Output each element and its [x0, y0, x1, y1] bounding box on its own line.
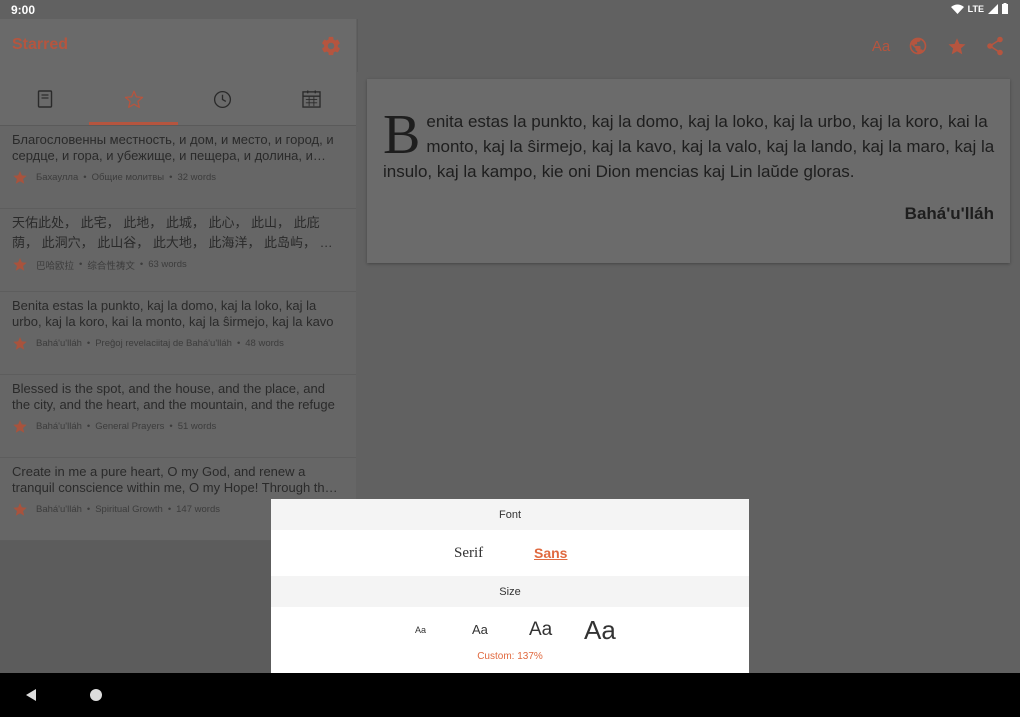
- prayer-author: Bahá'u'lláh: [904, 204, 994, 223]
- tab-calendar[interactable]: [267, 72, 356, 126]
- tab-indicator: [89, 122, 178, 125]
- font-header: Font: [271, 499, 749, 530]
- font-options: Serif Sans: [271, 530, 749, 576]
- font-settings-sheet: Font Serif Sans Size Aa Aa Aa Aa Custom:…: [271, 499, 749, 673]
- item-text: Blessed is the spot, and the house, and …: [12, 381, 335, 412]
- star-button[interactable]: [945, 34, 969, 58]
- share-icon: [987, 36, 1003, 56]
- item-author: Bahá'u'lláh: [36, 421, 82, 432]
- item-word-count: 147 words: [176, 504, 220, 515]
- item-text: 天佑此处， 此宅， 此地， 此城， 此心， 此山， 此庇荫， 此洞穴， 此山谷，…: [12, 215, 333, 250]
- navigation-bar: [0, 673, 1020, 717]
- item-category: Preĝoj revelaciitaj de Bahá'u'lláh: [95, 338, 232, 349]
- battery-icon: [1002, 3, 1008, 14]
- item-author: Bahá'u'lláh: [36, 338, 82, 349]
- item-author: Бахаулла: [36, 172, 79, 183]
- settings-button[interactable]: [320, 35, 342, 57]
- share-button[interactable]: [983, 34, 1007, 58]
- font-settings-button[interactable]: Aa: [869, 34, 893, 58]
- size-option-xlarge[interactable]: Aa: [584, 615, 616, 646]
- star-icon: [13, 502, 27, 516]
- item-word-count: 32 words: [177, 172, 217, 183]
- list-item[interactable]: 天佑此处， 此宅， 此地， 此城， 此心， 此山， 此庇荫， 此洞穴， 此山谷，…: [0, 209, 356, 292]
- clock-icon: [213, 90, 232, 108]
- star-icon: [13, 170, 27, 184]
- wifi-icon: [950, 4, 964, 14]
- item-author: Bahá'u'lláh: [36, 504, 82, 515]
- signal-icon: [988, 3, 998, 14]
- star-icon: [948, 37, 966, 54]
- size-option-small[interactable]: Aa: [415, 625, 426, 635]
- list-item[interactable]: Blessed is the spot, and the house, and …: [0, 375, 356, 458]
- globe-icon: [909, 37, 927, 55]
- calendar-icon: [302, 90, 321, 108]
- size-options: Aa Aa Aa Aa Custom: 137%: [271, 607, 749, 673]
- item-author: 巴哈欧拉: [36, 260, 75, 272]
- font-option-serif[interactable]: Serif: [454, 545, 483, 562]
- item-category: 综合性祷文: [87, 260, 135, 272]
- star-outline-icon: [124, 90, 143, 108]
- right-app-bar: Aa: [357, 19, 1020, 72]
- status-time: 9:00: [11, 3, 36, 17]
- star-icon: [13, 257, 27, 271]
- list-item[interactable]: Благословенны местность, и дом, и место,…: [0, 126, 356, 209]
- left-app-bar: Starred: [0, 19, 356, 72]
- item-text: Benita estas la punkto, kaj la domo, kaj…: [12, 298, 334, 329]
- tab-starred[interactable]: [89, 72, 178, 126]
- item-word-count: 63 words: [148, 259, 187, 270]
- star-icon: [13, 419, 27, 433]
- network-type: LTE: [967, 3, 984, 14]
- status-icons: LTE: [950, 3, 1008, 14]
- prayer-text: Benita estas la punkto, kaj la domo, kaj…: [383, 104, 995, 184]
- item-word-count: 48 words: [245, 338, 284, 349]
- size-option-medium[interactable]: Aa: [472, 622, 488, 637]
- book-icon: [37, 90, 52, 108]
- custom-size-label: Custom: 137%: [477, 651, 543, 662]
- item-text: Create in me a pure heart, O my God, and…: [12, 464, 332, 495]
- starred-list: Благословенны местность, и дом, и место,…: [0, 126, 356, 541]
- item-meta: Bahá'u'lláh • Spiritual Growth • 147 words: [12, 502, 220, 517]
- list-item[interactable]: Benita estas la punkto, kaj la domo, kaj…: [0, 292, 356, 375]
- prayer-body: enita estas la punkto, kaj la domo, kaj …: [383, 112, 995, 181]
- prayer-card: Benita estas la punkto, kaj la domo, kaj…: [367, 79, 1010, 263]
- star-icon: [13, 336, 27, 350]
- item-category: General Prayers: [95, 421, 165, 432]
- item-meta: Bahá'u'lláh • General Prayers • 51 words: [12, 419, 216, 434]
- item-meta: 巴哈欧拉 • 综合性祷文 • 63 words: [12, 257, 187, 272]
- tab-books[interactable]: [0, 72, 89, 126]
- back-icon[interactable]: [24, 688, 38, 702]
- font-size-icon: Aa: [871, 37, 891, 55]
- item-text: Благословенны местность, и дом, и место,…: [12, 132, 334, 163]
- drop-cap: B: [383, 104, 421, 166]
- language-button[interactable]: [906, 34, 930, 58]
- item-category: Общие молитвы: [91, 172, 165, 183]
- gear-icon: [322, 36, 340, 56]
- page-title: Starred: [12, 36, 69, 53]
- tab-history[interactable]: [178, 72, 267, 126]
- item-category: Spiritual Growth: [95, 504, 163, 515]
- status-bar: 9:00 LTE: [0, 0, 1020, 19]
- item-meta: Bahá'u'lláh • Preĝoj revelaciitaj de Bahá…: [12, 336, 284, 351]
- size-option-large[interactable]: Aa: [529, 619, 552, 641]
- font-option-sans[interactable]: Sans: [534, 545, 567, 561]
- size-header: Size: [271, 576, 749, 607]
- item-meta: Бахаулла • Общие молитвы • 32 words: [12, 170, 216, 185]
- item-word-count: 51 words: [177, 421, 217, 432]
- home-icon[interactable]: [90, 689, 102, 701]
- tab-bar: [0, 72, 356, 126]
